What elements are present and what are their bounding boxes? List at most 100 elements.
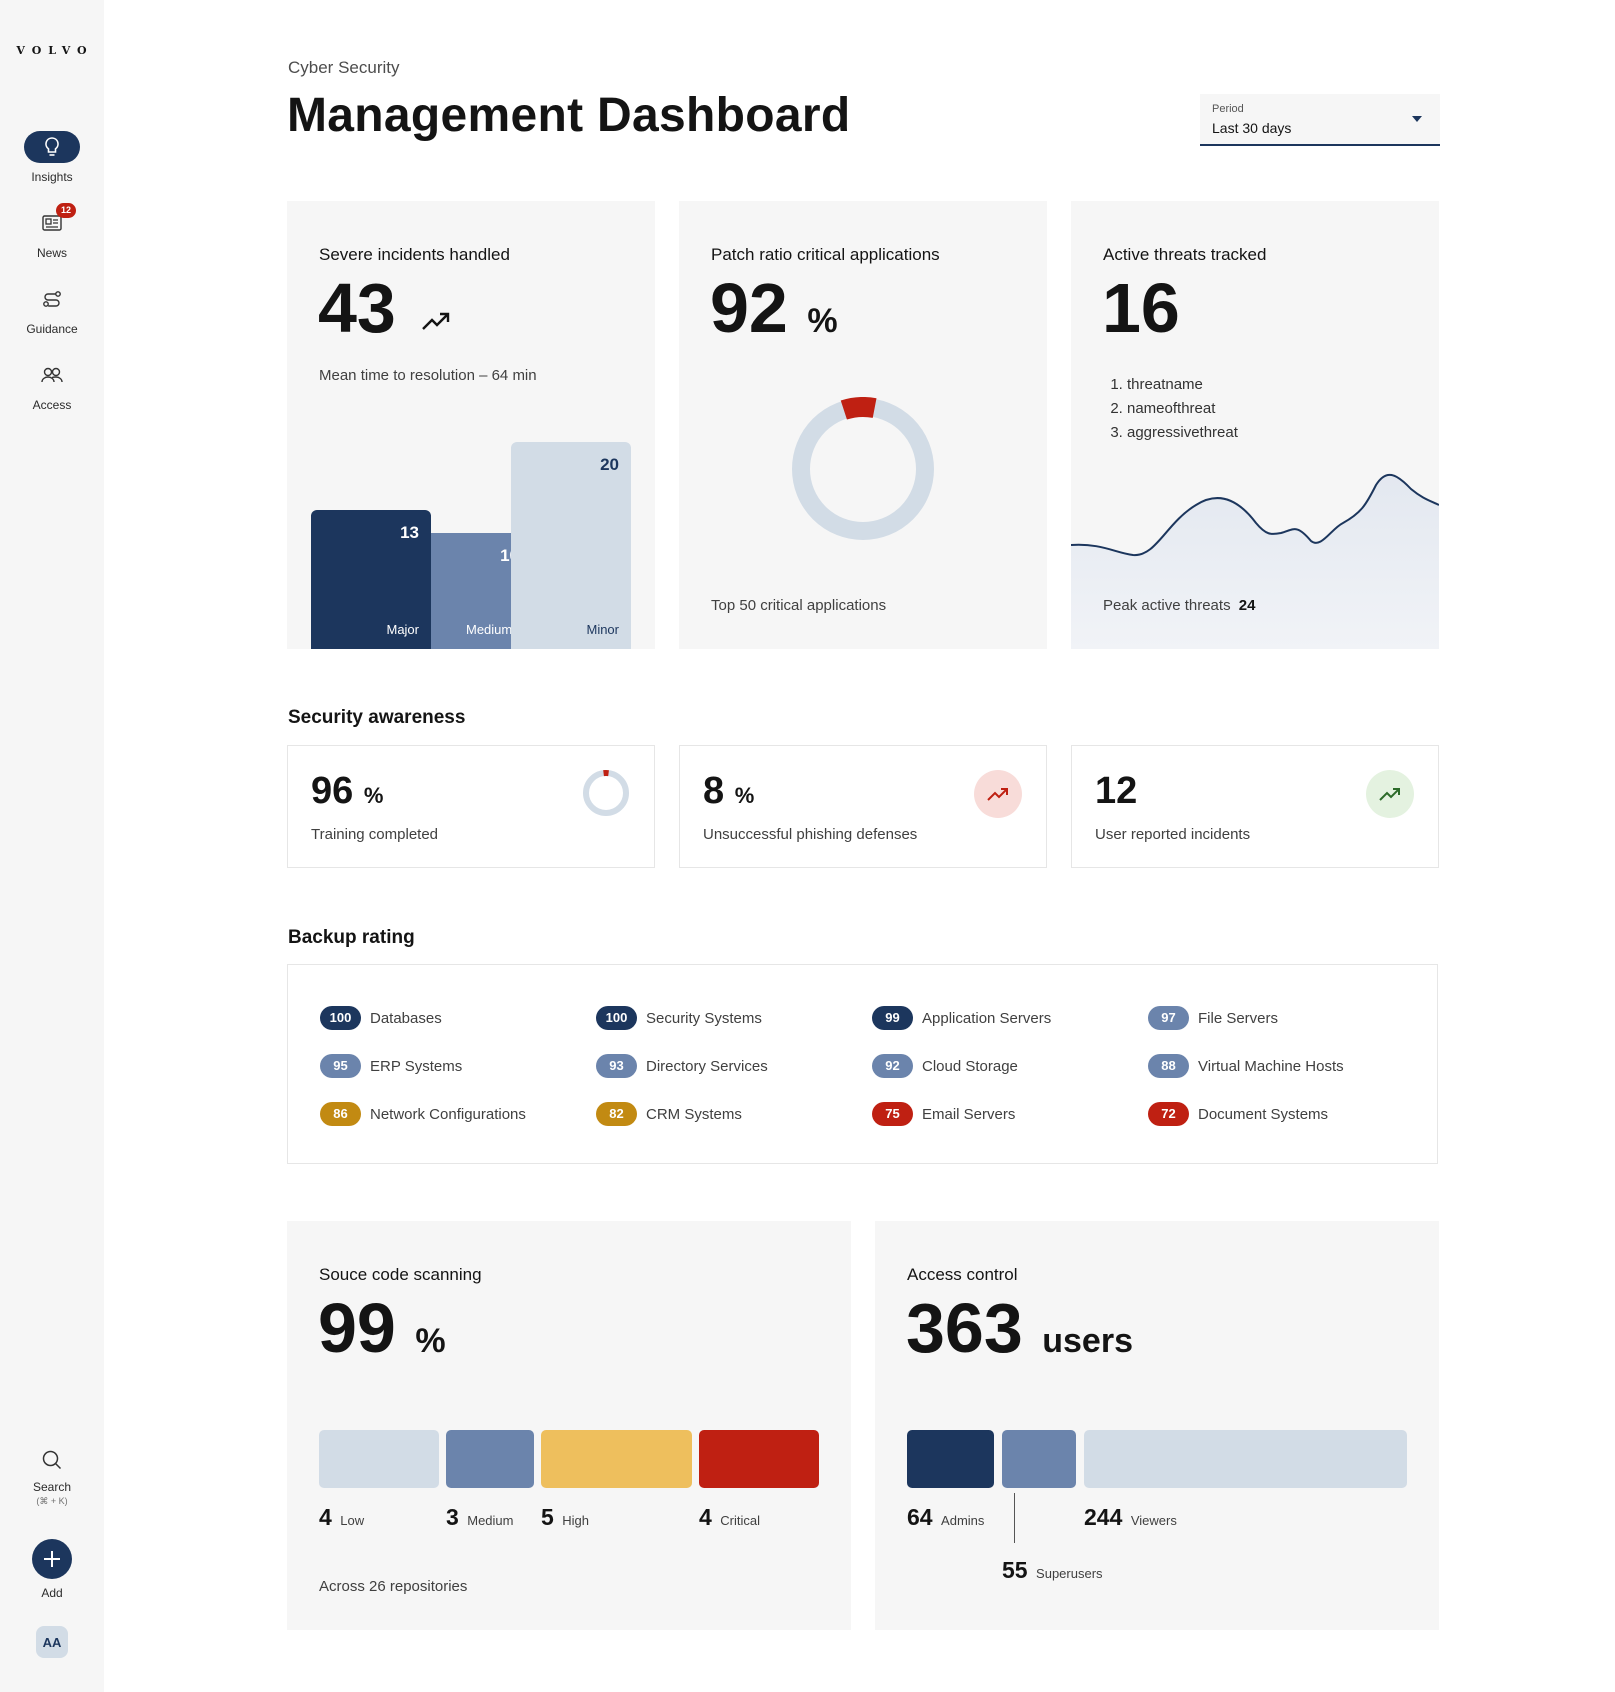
legend-high: 5 High <box>541 1504 589 1530</box>
newspaper-icon: 12 <box>24 203 80 239</box>
sidebar-item-label: Guidance <box>26 322 78 336</box>
list-item[interactable]: 99 Application Servers <box>872 1005 1051 1031</box>
route-icon <box>24 283 80 315</box>
period-label: Period <box>1212 103 1244 115</box>
legend-superusers: 55 Superusers <box>1002 1557 1103 1583</box>
news-count-badge: 12 <box>56 203 76 218</box>
list-item[interactable]: 86 Network Configurations <box>320 1101 526 1127</box>
bar-label: Minor <box>586 622 619 637</box>
period-value: Last 30 days <box>1212 120 1292 136</box>
backup-label: Databases <box>370 1009 442 1027</box>
training-donut-chart <box>583 770 629 816</box>
donut-unpatched-arc <box>791 397 935 541</box>
list-item[interactable]: 75 Email Servers <box>872 1101 1015 1127</box>
lightbulb-icon <box>24 131 80 163</box>
breadcrumb: Cyber Security <box>288 58 400 77</box>
donut-track <box>792 398 934 540</box>
peak-threats: Peak active threats 24 <box>1103 597 1255 614</box>
segment-critical[interactable] <box>699 1430 819 1488</box>
sidebar-add[interactable]: Add <box>0 1539 104 1600</box>
list-item[interactable]: 97 File Servers <box>1148 1005 1278 1031</box>
peak-value: 24 <box>1238 597 1256 614</box>
peak-label: Peak active threats <box>1103 597 1231 614</box>
threats-value: 16 <box>1102 269 1180 347</box>
donut-track <box>583 770 629 816</box>
search-icon <box>24 1444 80 1476</box>
score-badge: 86 <box>320 1102 361 1126</box>
sidebar-item-label: Insights <box>31 170 73 184</box>
legend-admins: 64 Admins <box>907 1504 985 1530</box>
list-item[interactable]: 93 Directory Services <box>596 1053 768 1079</box>
backup-label: Document Systems <box>1198 1105 1329 1123</box>
add-button[interactable] <box>32 1539 72 1579</box>
legend-medium: 3 Medium <box>446 1504 514 1530</box>
list-item[interactable]: 72 Document Systems <box>1148 1101 1328 1127</box>
chevron-down-icon <box>1412 116 1422 122</box>
bar-label: Major <box>386 622 419 637</box>
legend-critical: 4 Critical <box>699 1504 760 1530</box>
period-select[interactable]: Period Last 30 days <box>1200 94 1440 146</box>
segment-medium[interactable] <box>446 1430 534 1488</box>
phishing-value: 8 % <box>703 770 755 812</box>
card-subtitle: Mean time to resolution – 64 min <box>319 367 537 384</box>
user-reported-value: 12 <box>1095 770 1138 812</box>
card-title: Severe incidents handled <box>319 245 510 264</box>
legend-viewers: 244 Viewers <box>1084 1504 1177 1530</box>
segment-viewers[interactable] <box>1084 1430 1407 1488</box>
segment-superusers[interactable] <box>1002 1430 1076 1488</box>
backup-label: Email Servers <box>922 1105 1016 1123</box>
user-reported-label: User reported incidents <box>1095 826 1251 843</box>
sidebar-search[interactable]: Search (⌘ + K) <box>0 1444 104 1507</box>
volvo-logo: VOLVO <box>16 44 94 57</box>
list-item[interactable]: 100 Security Systems <box>596 1005 762 1031</box>
list-item[interactable]: nameofthreat <box>1127 397 1238 421</box>
sidebar-item-news[interactable]: 12 News <box>0 203 104 260</box>
patch-donut-chart <box>791 397 935 541</box>
sparkline-area <box>1071 474 1439 649</box>
segment-low[interactable] <box>319 1430 439 1488</box>
card-footer: Across 26 repositories <box>319 1578 468 1595</box>
list-item[interactable]: 100 Databases <box>320 1005 442 1031</box>
active-threats-card: Active threats tracked 16 threatname nam… <box>1071 201 1439 649</box>
list-item[interactable]: 92 Cloud Storage <box>872 1053 1018 1079</box>
bar-label: Medium <box>466 622 513 637</box>
backup-label: Security Systems <box>646 1009 762 1027</box>
severe-incidents-card: Severe incidents handled 43 Mean time to… <box>287 201 655 649</box>
access-value: 363 users <box>906 1289 1133 1367</box>
list-item[interactable]: threatname <box>1127 373 1238 397</box>
training-value: 96 % <box>311 770 384 812</box>
list-item[interactable]: aggressivethreat <box>1127 421 1238 445</box>
patch-value: 92 % <box>710 273 838 343</box>
backup-label: Application Servers <box>922 1009 1052 1027</box>
search-label: Search <box>32 1480 72 1494</box>
card-title: Active threats tracked <box>1103 245 1267 264</box>
threat-list: threatname nameofthreat aggressivethreat <box>1107 373 1238 445</box>
divider <box>1014 1493 1015 1543</box>
legend-low: 4 Low <box>319 1504 365 1530</box>
user-avatar[interactable]: AA <box>0 1626 104 1658</box>
segment-high[interactable] <box>541 1430 692 1488</box>
score-badge: 100 <box>596 1006 637 1030</box>
incidents-value: 43 <box>318 273 451 343</box>
list-item[interactable]: 88 Virtual Machine Hosts <box>1148 1053 1344 1079</box>
sidebar-item-guidance[interactable]: Guidance <box>0 283 104 336</box>
backup-label: Network Configurations <box>370 1105 526 1123</box>
bar-minor: 20 Minor <box>511 442 631 649</box>
list-item[interactable]: 95 ERP Systems <box>320 1053 462 1079</box>
backup-label: Virtual Machine Hosts <box>1198 1057 1344 1075</box>
list-item[interactable]: 82 CRM Systems <box>596 1101 742 1127</box>
backup-label: ERP Systems <box>370 1057 463 1075</box>
backup-label: Directory Services <box>646 1057 768 1075</box>
sidebar-item-access[interactable]: Access <box>0 359 104 412</box>
incidents-number: 43 <box>318 269 396 347</box>
backup-rating-panel: 100 Databases 95 ERP Systems 86 Network Con… <box>287 964 1438 1164</box>
patch-ratio-card: Patch ratio critical applications 92 % T… <box>679 201 1047 649</box>
sidebar-item-label: Access <box>32 398 72 412</box>
trending-up-icon <box>1366 770 1414 818</box>
sidebar-item-insights[interactable]: Insights <box>0 131 104 184</box>
access-control-card: Access control 363 users 64 Admins 55 Su… <box>875 1221 1439 1630</box>
source-code-card: Souce code scanning 99 % 4 Low 3 Medium … <box>287 1221 851 1630</box>
backup-label: Cloud Storage <box>922 1057 1018 1075</box>
segment-admins[interactable] <box>907 1430 994 1488</box>
score-badge: 97 <box>1148 1006 1189 1030</box>
